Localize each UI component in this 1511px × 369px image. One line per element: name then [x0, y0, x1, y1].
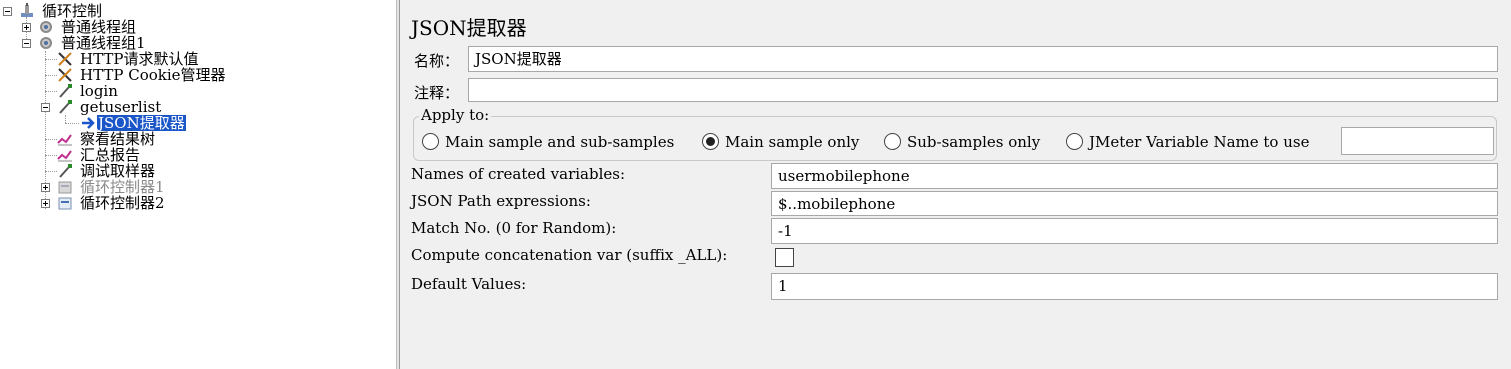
radio-jmeter-variable[interactable] [1066, 133, 1083, 150]
paths-label: JSON Path expressions: [411, 192, 591, 210]
default-label: Default Values: [411, 275, 527, 293]
tree-node-label: 循环控制器2 [80, 194, 165, 212]
gear-icon [40, 37, 52, 49]
tree-node-label: 普通线程组1 [61, 34, 146, 52]
concat-checkbox[interactable] [775, 248, 794, 267]
collapse-icon[interactable] [41, 103, 50, 112]
tree-node-label: login [80, 82, 118, 100]
tree-connector [45, 91, 57, 92]
radio-main-and-sub-samples[interactable] [422, 133, 439, 150]
name-input[interactable]: JSON提取器 [468, 46, 1498, 72]
page-title: JSON提取器 [411, 16, 527, 40]
wrench-icon [58, 52, 72, 66]
comment-input[interactable] [468, 78, 1498, 102]
radio-label-main-and-sub-samples: Main sample and sub-samples [445, 133, 675, 151]
default-input[interactable]: 1 [771, 273, 1498, 300]
pipette-icon [59, 100, 72, 114]
tree-node-label: HTTP请求默认值 [80, 50, 199, 68]
controller-icon [58, 197, 72, 210]
comment-label: 注释： [414, 84, 460, 102]
arrow-right-icon [82, 117, 95, 129]
tree-connector [65, 115, 66, 123]
tree-node-label: 普通线程组 [61, 18, 137, 36]
radio-label-sub-samples-only: Sub-samples only [907, 133, 1041, 151]
expand-icon[interactable] [41, 183, 50, 192]
pipette-icon [59, 84, 72, 98]
tree-node-label: 循环控制 [42, 2, 103, 20]
tree-node-label: 察看结果树 [80, 130, 156, 148]
expand-icon[interactable] [22, 23, 31, 32]
paths-input[interactable]: $..mobilephone [771, 191, 1498, 216]
names-label: Names of created variables: [411, 165, 626, 183]
radio-sub-samples-only[interactable] [884, 133, 901, 150]
jmeter-variable-input[interactable] [1341, 127, 1494, 155]
radio-label-main-sample-only: Main sample only [725, 133, 860, 151]
concat-label: Compute concatenation var (suffix _ALL): [411, 246, 728, 264]
chart-icon [57, 150, 72, 162]
expand-icon[interactable] [41, 199, 50, 208]
tree-connector [45, 75, 57, 76]
pipette-icon [59, 164, 72, 178]
tree-node-label: 循环控制器1 [80, 178, 165, 196]
tree-connector [45, 59, 57, 60]
tree-node-label: getuserlist [80, 98, 162, 116]
collapse-icon[interactable] [22, 39, 31, 48]
tree-node-label: JSON提取器 [97, 114, 186, 132]
test-plan-icon [21, 3, 33, 17]
tree-connector [45, 139, 57, 140]
test-plan-tree[interactable]: 循环控制 普通线程组 普通线程组1 HTTP请求默认值 HTTP Cookie管… [0, 0, 396, 369]
controller-icon [58, 181, 72, 194]
tree-node-label: 调试取样器 [80, 162, 156, 180]
tree-node-label: HTTP Cookie管理器 [80, 66, 226, 84]
gear-icon [40, 21, 52, 33]
match-label: Match No. (0 for Random): [411, 219, 617, 237]
tree-connector [65, 123, 79, 124]
wrench-icon [58, 68, 72, 82]
radio-main-sample-only[interactable] [702, 133, 719, 150]
split-pane-divider[interactable] [396, 0, 400, 369]
collapse-icon[interactable] [3, 7, 12, 16]
tree-connector [45, 155, 57, 156]
match-input[interactable]: -1 [771, 218, 1498, 244]
apply-to-title: Apply to: [419, 106, 492, 124]
names-input[interactable]: usermobilephone [771, 163, 1498, 189]
tree-node-label: 汇总报告 [80, 146, 141, 164]
name-label: 名称： [414, 52, 460, 70]
tree-connector [45, 171, 57, 172]
radio-label-jmeter-variable: JMeter Variable Name to use [1089, 133, 1310, 151]
json-extractor-panel: JSON提取器 名称： JSON提取器 注释： Apply to: Main s… [401, 0, 1511, 369]
chart-icon [57, 134, 72, 146]
